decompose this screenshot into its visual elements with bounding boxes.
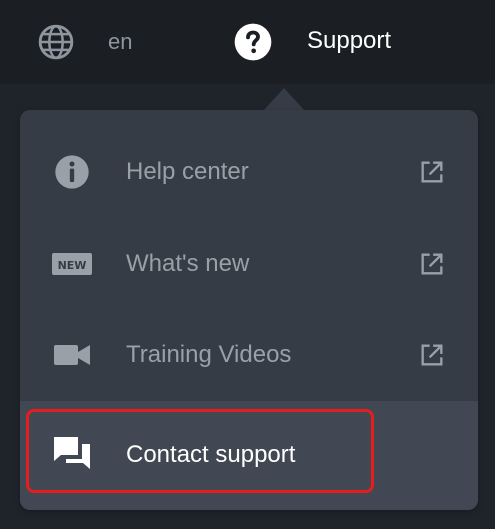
globe-icon[interactable] [37, 23, 75, 61]
video-camera-icon [54, 345, 90, 365]
info-icon [55, 155, 89, 189]
menu-item-label: Help center [126, 158, 249, 185]
external-link-icon [421, 161, 443, 183]
svg-text:NEW: NEW [58, 259, 87, 272]
language-selector[interactable]: en [108, 29, 132, 55]
menu-item-label: What's new [126, 250, 250, 277]
menu-item-help-center[interactable]: Help center [20, 126, 478, 218]
menu-item-training-videos[interactable]: Training Videos [20, 309, 478, 401]
menu-item-whats-new[interactable]: NEW What's new [20, 218, 478, 310]
new-badge-icon: NEW [52, 253, 92, 275]
external-link-icon [421, 253, 443, 275]
question-mark-icon[interactable] [233, 22, 273, 62]
highlight-box [26, 409, 374, 493]
external-link-icon [421, 344, 443, 366]
support-menu-button[interactable]: Support [307, 27, 391, 55]
dropdown-caret [264, 88, 304, 110]
top-bar: en Support [0, 0, 495, 84]
menu-item-label: Training Videos [126, 341, 292, 368]
